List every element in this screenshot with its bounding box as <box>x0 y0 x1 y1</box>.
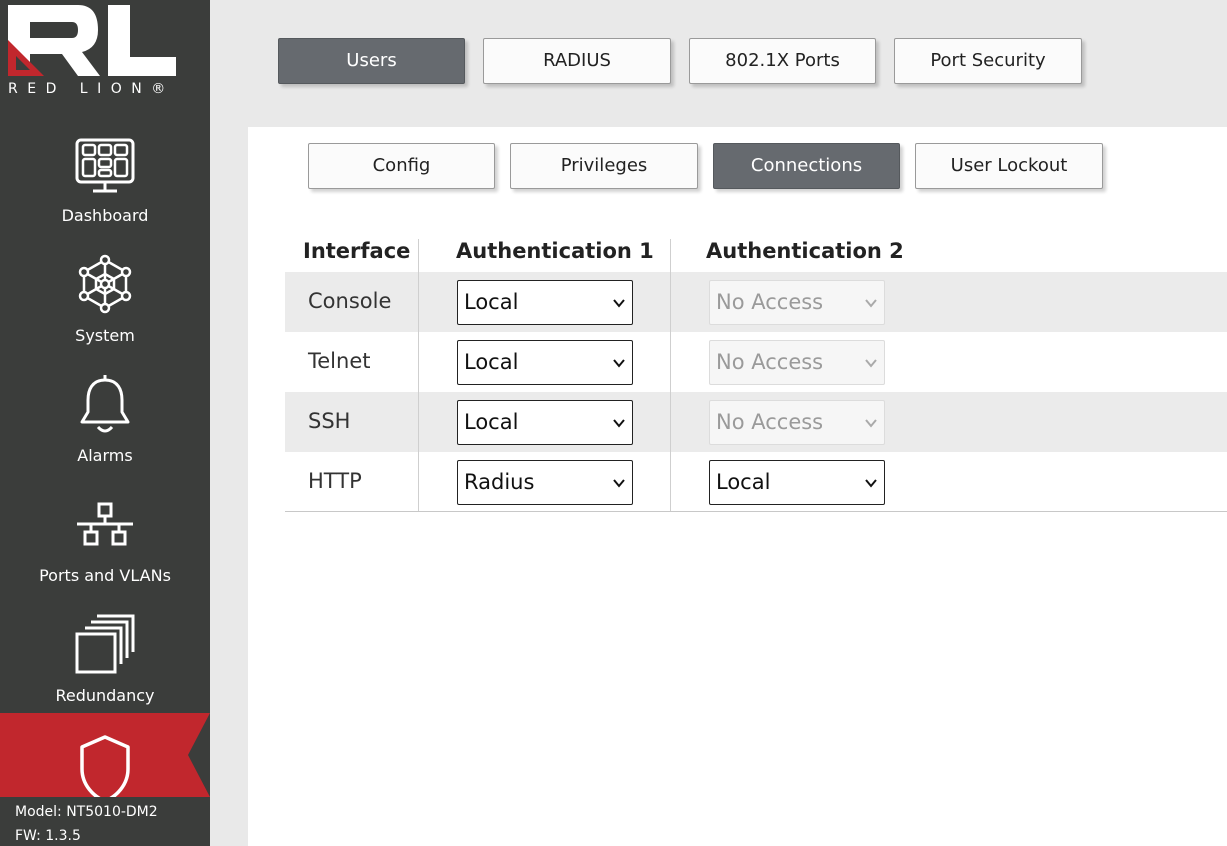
network-hub-icon <box>78 254 132 314</box>
sidebar: RED LION® Dashboard System Alarms Ports … <box>0 0 210 846</box>
table-bottom-border <box>285 511 1227 512</box>
auth1-select[interactable]: Local <box>457 340 633 385</box>
red-lion-logo: RED LION® <box>0 0 210 110</box>
interface-name: SSH <box>308 409 351 433</box>
auth2-select: No Access <box>709 340 885 385</box>
auth1-value: Local <box>464 350 519 374</box>
auth2-value: No Access <box>716 410 824 434</box>
auth2-value: No Access <box>716 290 824 314</box>
column-divider <box>670 239 671 512</box>
auth2-value: Local <box>716 470 771 494</box>
auth2-select[interactable]: Local <box>709 460 885 505</box>
dashboard-grid-icon <box>75 138 135 193</box>
content-panel: Config Privileges Connections User Locko… <box>248 127 1227 846</box>
header-auth1: Authentication 1 <box>456 239 654 263</box>
bell-icon <box>80 375 130 433</box>
logo-wordmark: RED LION® <box>8 81 175 97</box>
sidebar-item-alarms[interactable]: Alarms <box>0 370 210 490</box>
tab-config[interactable]: Config <box>308 143 495 189</box>
auth1-select[interactable]: Radius <box>457 460 633 505</box>
sidebar-item-dashboard[interactable]: Dashboard <box>0 130 210 250</box>
interface-name: Telnet <box>308 349 371 373</box>
table-row: Telnet Local No Access <box>285 332 1227 392</box>
auth1-select[interactable]: Local <box>457 280 633 325</box>
sidebar-item-system[interactable]: System <box>0 250 210 370</box>
sidebar-item-label: Alarms <box>77 446 133 465</box>
chevron-down-icon <box>865 359 877 368</box>
sidebar-item-label: Dashboard <box>61 206 149 225</box>
tab-user-lockout[interactable]: User Lockout <box>915 143 1103 189</box>
tab-radius[interactable]: RADIUS <box>483 38 671 84</box>
sidebar-item-label: Redundancy <box>55 686 155 705</box>
interface-name: Console <box>308 289 392 313</box>
tab-users[interactable]: Users <box>278 38 465 84</box>
device-info: Model: NT5010-DM2 FW: 1.3.5 <box>0 797 210 846</box>
sidebar-item-label: System <box>75 326 135 345</box>
tab-port-security[interactable]: Port Security <box>894 38 1082 84</box>
tab-8021x-ports[interactable]: 802.1X Ports <box>689 38 876 84</box>
model-label: Model: NT5010-DM2 <box>15 804 158 820</box>
chevron-down-icon <box>613 419 625 428</box>
chevron-down-icon <box>865 299 877 308</box>
tab-privileges[interactable]: Privileges <box>510 143 698 189</box>
table-row: HTTP Radius Local <box>285 452 1227 512</box>
auth1-value: Radius <box>464 470 535 494</box>
chevron-down-icon <box>613 299 625 308</box>
sidebar-item-ports-vlans[interactable]: Ports and VLANs <box>0 490 210 610</box>
chevron-down-icon <box>865 419 877 428</box>
table-row: SSH Local No Access <box>285 392 1227 452</box>
table-row: Console Local No Access <box>285 272 1227 332</box>
tab-connections[interactable]: Connections <box>713 143 900 189</box>
rl-logo-mark-icon <box>8 5 176 76</box>
firmware-label: FW: 1.3.5 <box>15 828 81 844</box>
ports-tree-icon <box>77 502 133 546</box>
auth1-value: Local <box>464 290 519 314</box>
chevron-down-icon <box>865 479 877 488</box>
chevron-down-icon <box>613 359 625 368</box>
sidebar-item-redundancy[interactable]: Redundancy <box>0 610 210 730</box>
stacked-windows-icon <box>75 614 135 674</box>
chevron-down-icon <box>613 479 625 488</box>
sidebar-item-label: Ports and VLANs <box>39 566 171 585</box>
header-interface: Interface <box>303 239 411 263</box>
interface-name: HTTP <box>308 469 362 493</box>
column-divider <box>418 239 419 512</box>
sidebar-item-security[interactable] <box>0 713 210 797</box>
header-auth2: Authentication 2 <box>706 239 904 263</box>
auth2-value: No Access <box>716 350 824 374</box>
auth2-select: No Access <box>709 280 885 325</box>
auth1-select[interactable]: Local <box>457 400 633 445</box>
auth2-select: No Access <box>709 400 885 445</box>
auth1-value: Local <box>464 410 519 434</box>
